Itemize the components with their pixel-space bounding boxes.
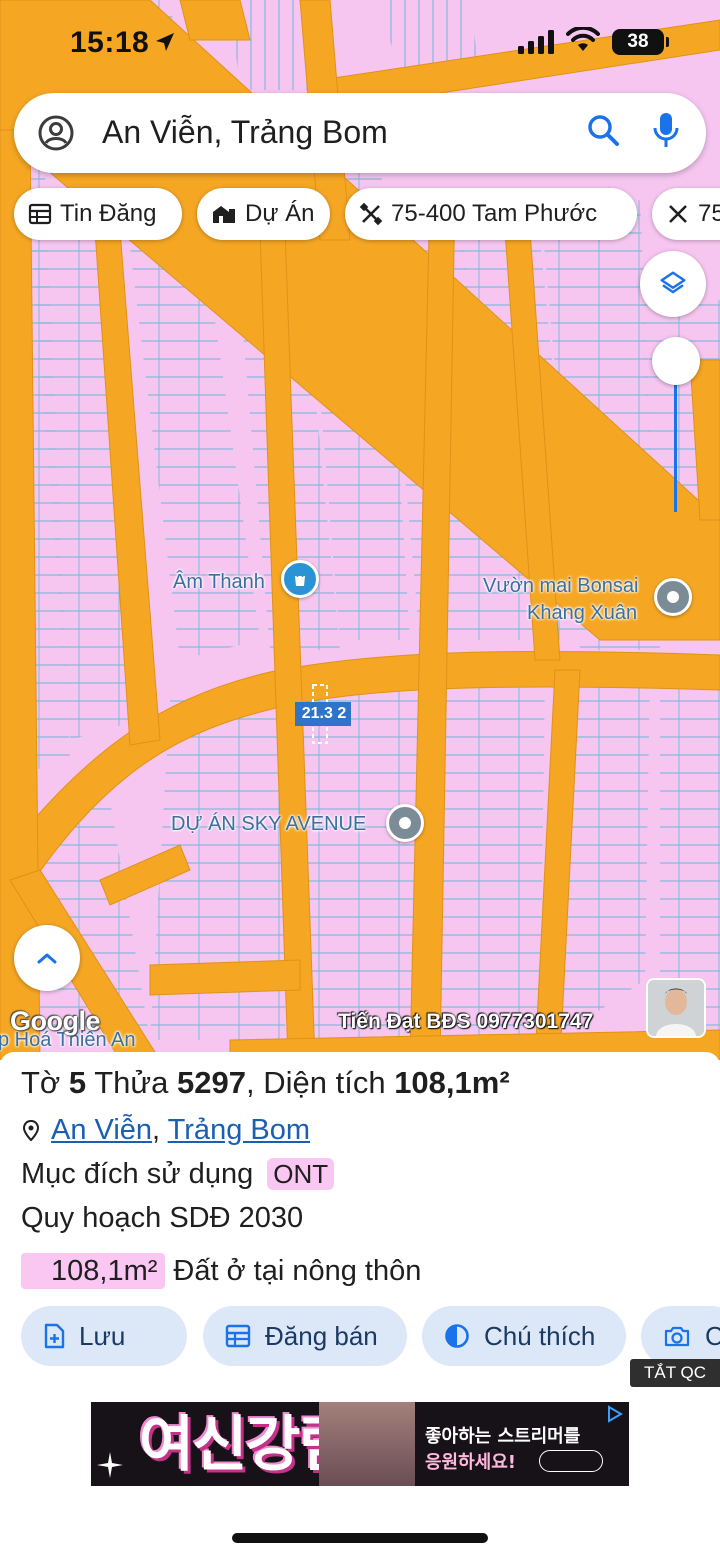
parcel-title: Tờ 5 Thửa 5297, Diện tích 108,1m² — [21, 1065, 510, 1101]
contrast-icon — [445, 1324, 469, 1348]
expand-up-button[interactable] — [14, 925, 80, 991]
crossed-tools-icon — [359, 202, 383, 226]
legend-button[interactable]: Chú thích — [422, 1306, 626, 1366]
watermark-text: Tiến Đạt BĐS 0977301747 — [338, 1010, 594, 1033]
google-logo: Google — [10, 1006, 101, 1036]
location-arrow-icon — [156, 33, 174, 51]
land-use-purpose: Mục đích sử dụng ONT — [21, 1156, 335, 1192]
home-indicator[interactable] — [232, 1533, 488, 1543]
chip-du-an[interactable]: Dự Án — [197, 188, 330, 240]
building-icon — [213, 206, 235, 223]
cellular-signal-icon — [518, 30, 554, 54]
layers-button[interactable] — [640, 251, 706, 317]
save-doc-icon — [44, 1323, 65, 1349]
post-for-sale-button[interactable]: Đăng bán — [203, 1306, 407, 1366]
place-pin-icon[interactable] — [654, 578, 692, 616]
parcel-number: 5297 — [177, 1065, 246, 1100]
shopping-bag-pin-icon[interactable] — [281, 560, 319, 598]
thua-label: Thửa — [94, 1065, 169, 1100]
ad-logo-pill — [539, 1450, 603, 1472]
search-input[interactable]: An Viễn, Trảng Bom — [102, 111, 388, 153]
plan-detail: 108,1m² Đất ở tại nông thôn — [21, 1253, 421, 1289]
ad-image — [319, 1402, 415, 1486]
search-bar[interactable]: An Viễn, Trảng Bom — [14, 93, 706, 173]
wifi-icon — [566, 27, 600, 51]
battery-indicator: 38 — [612, 29, 669, 55]
action-label: Lưu — [79, 1320, 126, 1351]
chip-label: Dự Án — [245, 200, 315, 227]
layers-icon — [660, 271, 686, 294]
sheet-number: 5 — [68, 1065, 87, 1100]
purpose-label: Mục đích sử dụng — [21, 1158, 254, 1190]
sheet-label: Tờ — [21, 1065, 61, 1100]
account-icon[interactable] — [36, 113, 76, 153]
crossed-tools-icon — [669, 205, 687, 223]
camera-icon — [664, 1326, 690, 1347]
plan-description: Đất ở tại nông thôn — [173, 1255, 422, 1287]
parcel-location: An Viễn, Trảng Bom — [21, 1112, 310, 1148]
microphone-icon[interactable] — [650, 111, 682, 151]
purpose-code-badge: ONT — [267, 1158, 335, 1190]
poi-label-vuon-mai-line2[interactable]: Khang Xuân — [527, 600, 637, 626]
close-ad-button[interactable]: TẮT QC — [630, 1359, 720, 1387]
poi-label-vuon-mai-line1[interactable]: Vườn mai Bonsai — [483, 573, 638, 599]
chip-label: Tin Đăng — [60, 200, 157, 227]
plan-heading: Quy hoạch SDĐ 2030 — [21, 1202, 304, 1234]
sparkle-icon — [97, 1452, 123, 1478]
ad-line-1: 좋아하는 스트리머를 — [425, 1426, 581, 1447]
district-link[interactable]: Trảng Bom — [168, 1114, 310, 1146]
ad-line-2: 응원하세요! — [425, 1452, 517, 1473]
opacity-slider-track[interactable] — [674, 370, 677, 512]
place-pin-icon[interactable] — [386, 804, 424, 842]
area-value: 108,1m² — [394, 1065, 510, 1100]
area-label: Diện tích — [263, 1065, 386, 1100]
avatar — [646, 978, 706, 1038]
ad-banner[interactable]: 여신강림 좋아하는 스트리머를 응원하세요! — [91, 1402, 629, 1486]
comma: , — [152, 1114, 168, 1146]
chip-tin-dang[interactable]: Tin Đăng — [14, 188, 182, 240]
plan-area-badge: 108,1m² — [21, 1253, 166, 1289]
ward-link[interactable]: An Viễn — [51, 1114, 152, 1146]
chip-label: 75 — [698, 200, 720, 227]
status-time: 15:18 — [70, 26, 150, 59]
action-label: C — [705, 1320, 720, 1351]
table-icon — [28, 203, 52, 225]
chip-75[interactable]: 75 — [652, 188, 720, 240]
table-icon — [225, 1324, 251, 1348]
status-bar: 15:18 38 — [0, 0, 720, 86]
poi-label-sky-avenue[interactable]: DỰ ÁN SKY AVENUE — [171, 811, 366, 837]
poi-label-am-thanh[interactable]: Âm Thanh — [173, 569, 265, 595]
parcel-dimension-label: 21.3 2 — [301, 705, 347, 722]
camera-button[interactable]: C — [641, 1306, 720, 1366]
location-pin-icon — [22, 1120, 40, 1142]
ad-choices-icon[interactable] — [605, 1404, 625, 1424]
chevron-up-icon — [37, 953, 57, 964]
chip-75-400-tam-phuoc[interactable]: 75-400 Tam Phước — [345, 188, 637, 240]
chip-label: 75-400 Tam Phước — [391, 200, 598, 227]
action-label: Đăng bán — [265, 1320, 378, 1351]
save-button[interactable]: Lưu — [21, 1306, 187, 1366]
comma: , — [245, 1065, 255, 1100]
opacity-slider-handle[interactable] — [652, 337, 700, 385]
search-icon[interactable] — [586, 113, 622, 149]
action-label: Chú thích — [484, 1320, 596, 1351]
